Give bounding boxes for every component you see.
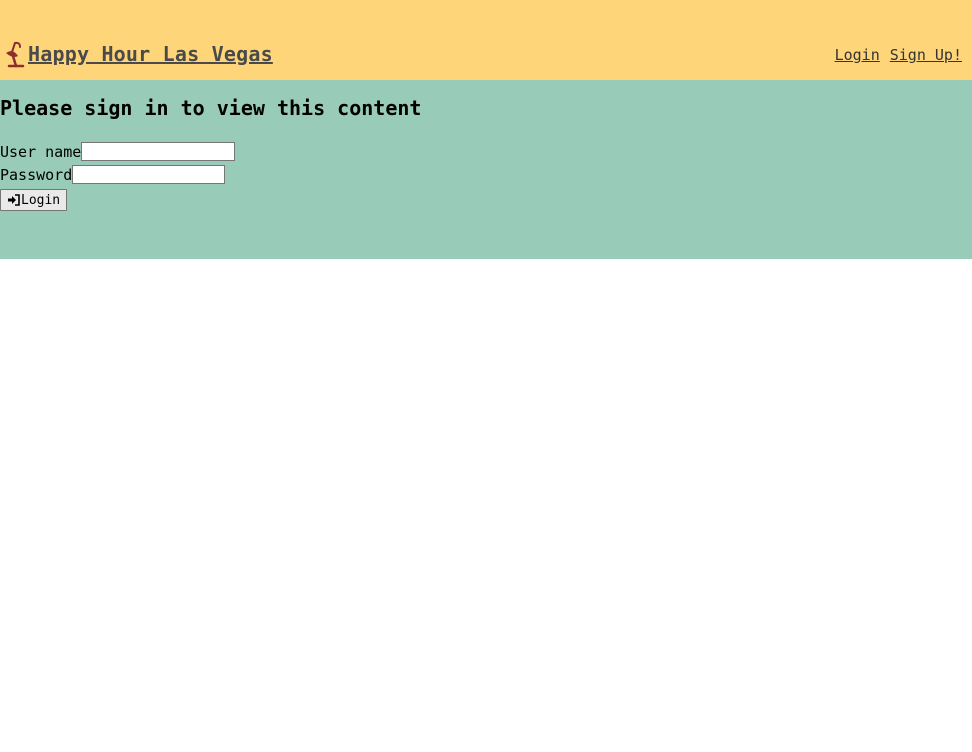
brand-link[interactable]: Happy Hour Las Vegas bbox=[3, 40, 273, 68]
cocktail-glass-icon bbox=[3, 40, 27, 68]
sign-in-icon bbox=[7, 194, 20, 206]
password-input[interactable] bbox=[72, 165, 226, 184]
login-section: Please sign in to view this content User… bbox=[0, 80, 972, 259]
page-heading: Please sign in to view this content bbox=[0, 96, 422, 120]
site-title: Happy Hour Las Vegas bbox=[28, 42, 273, 66]
username-input[interactable] bbox=[81, 142, 236, 161]
password-label: Password bbox=[0, 165, 73, 184]
username-label: User name bbox=[0, 142, 82, 161]
site-header: Happy Hour Las Vegas Login Sign Up! bbox=[0, 0, 972, 80]
password-row: Password bbox=[0, 163, 235, 186]
nav-signup-link[interactable]: Sign Up! bbox=[890, 46, 962, 64]
header-nav: Login Sign Up! bbox=[835, 46, 962, 64]
username-row: User name bbox=[0, 140, 236, 163]
login-button-label: Login bbox=[21, 192, 61, 208]
nav-login-link[interactable]: Login bbox=[835, 46, 880, 64]
login-button[interactable]: Login bbox=[0, 189, 68, 211]
login-form: User name Password Login bbox=[0, 140, 236, 211]
